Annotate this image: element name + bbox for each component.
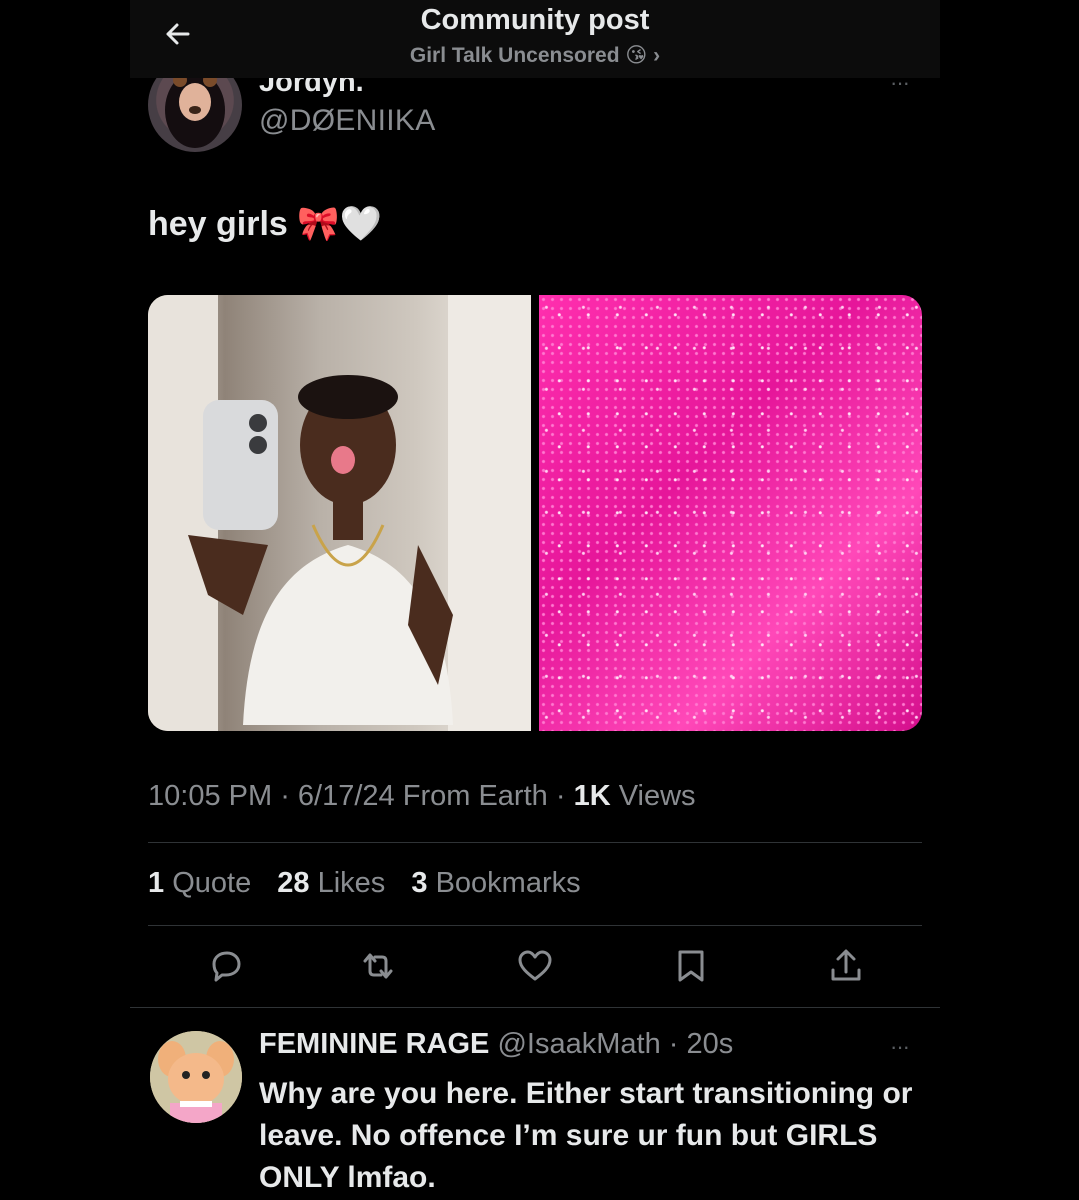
reply-icon[interactable] bbox=[204, 944, 248, 988]
share-icon[interactable] bbox=[824, 944, 868, 988]
top-bar: Community post Girl Talk Uncensored 😘 › bbox=[130, 0, 940, 78]
views-count: 1K bbox=[573, 780, 611, 812]
divider bbox=[148, 842, 922, 843]
action-bar bbox=[148, 944, 922, 992]
post-location: From Earth bbox=[402, 780, 548, 812]
quotes-stat[interactable]: 1 Quote bbox=[148, 867, 251, 899]
post-stats: 1 Quote 28 Likes 3 Bookmarks bbox=[148, 867, 599, 900]
quotes-label: Quote bbox=[172, 867, 252, 899]
reply-age: 20s bbox=[686, 1028, 734, 1060]
bookmarks-stat[interactable]: 3 Bookmarks bbox=[411, 867, 580, 899]
page-title: Community post bbox=[420, 4, 650, 36]
reply-author-name[interactable]: FEMININE RAGE bbox=[259, 1028, 489, 1060]
post-text: hey girls 🎀🤍 bbox=[148, 205, 382, 243]
post-time: 10:05 PM bbox=[148, 780, 273, 812]
views-label: Views bbox=[618, 780, 696, 812]
post-photo-pink-glitter[interactable] bbox=[539, 295, 922, 731]
like-icon[interactable] bbox=[513, 944, 557, 988]
post-date: 6/17/24 bbox=[297, 780, 395, 812]
repost-icon[interactable] bbox=[356, 944, 400, 988]
divider bbox=[130, 1007, 940, 1008]
bookmark-icon[interactable] bbox=[669, 944, 713, 988]
reply-author-handle[interactable]: @IsaakMath bbox=[497, 1028, 660, 1060]
quotes-count: 1 bbox=[148, 867, 165, 899]
post-photo-selfie[interactable] bbox=[148, 295, 531, 731]
community-link[interactable]: Girl Talk Uncensored 😘 › bbox=[130, 43, 940, 68]
divider bbox=[148, 925, 922, 926]
likes-label: Likes bbox=[317, 867, 386, 899]
community-name: Girl Talk Uncensored bbox=[409, 44, 620, 67]
chevron-right-icon: › bbox=[653, 44, 661, 67]
bookmarks-label: Bookmarks bbox=[435, 867, 581, 899]
post-meta: 10:05 PM · 6/17/24 From Earth · 1K Views bbox=[148, 780, 696, 812]
reply-text: Why are you here. Either start transitio… bbox=[259, 1077, 913, 1194]
selfie-image bbox=[148, 295, 531, 731]
more-options-icon[interactable]: ··· bbox=[890, 1034, 910, 1060]
likes-stat[interactable]: 28 Likes bbox=[277, 867, 385, 899]
author-handle[interactable]: @DØENIIKA bbox=[259, 104, 436, 138]
community-emoji: 😘 bbox=[625, 44, 648, 67]
reply-avatar[interactable] bbox=[150, 1031, 242, 1123]
reply-header: FEMININE RAGE @IsaakMath · 20s bbox=[259, 1028, 734, 1060]
reply-avatar-image bbox=[150, 1031, 242, 1123]
likes-count: 28 bbox=[277, 867, 310, 899]
bookmarks-count: 3 bbox=[411, 867, 428, 899]
